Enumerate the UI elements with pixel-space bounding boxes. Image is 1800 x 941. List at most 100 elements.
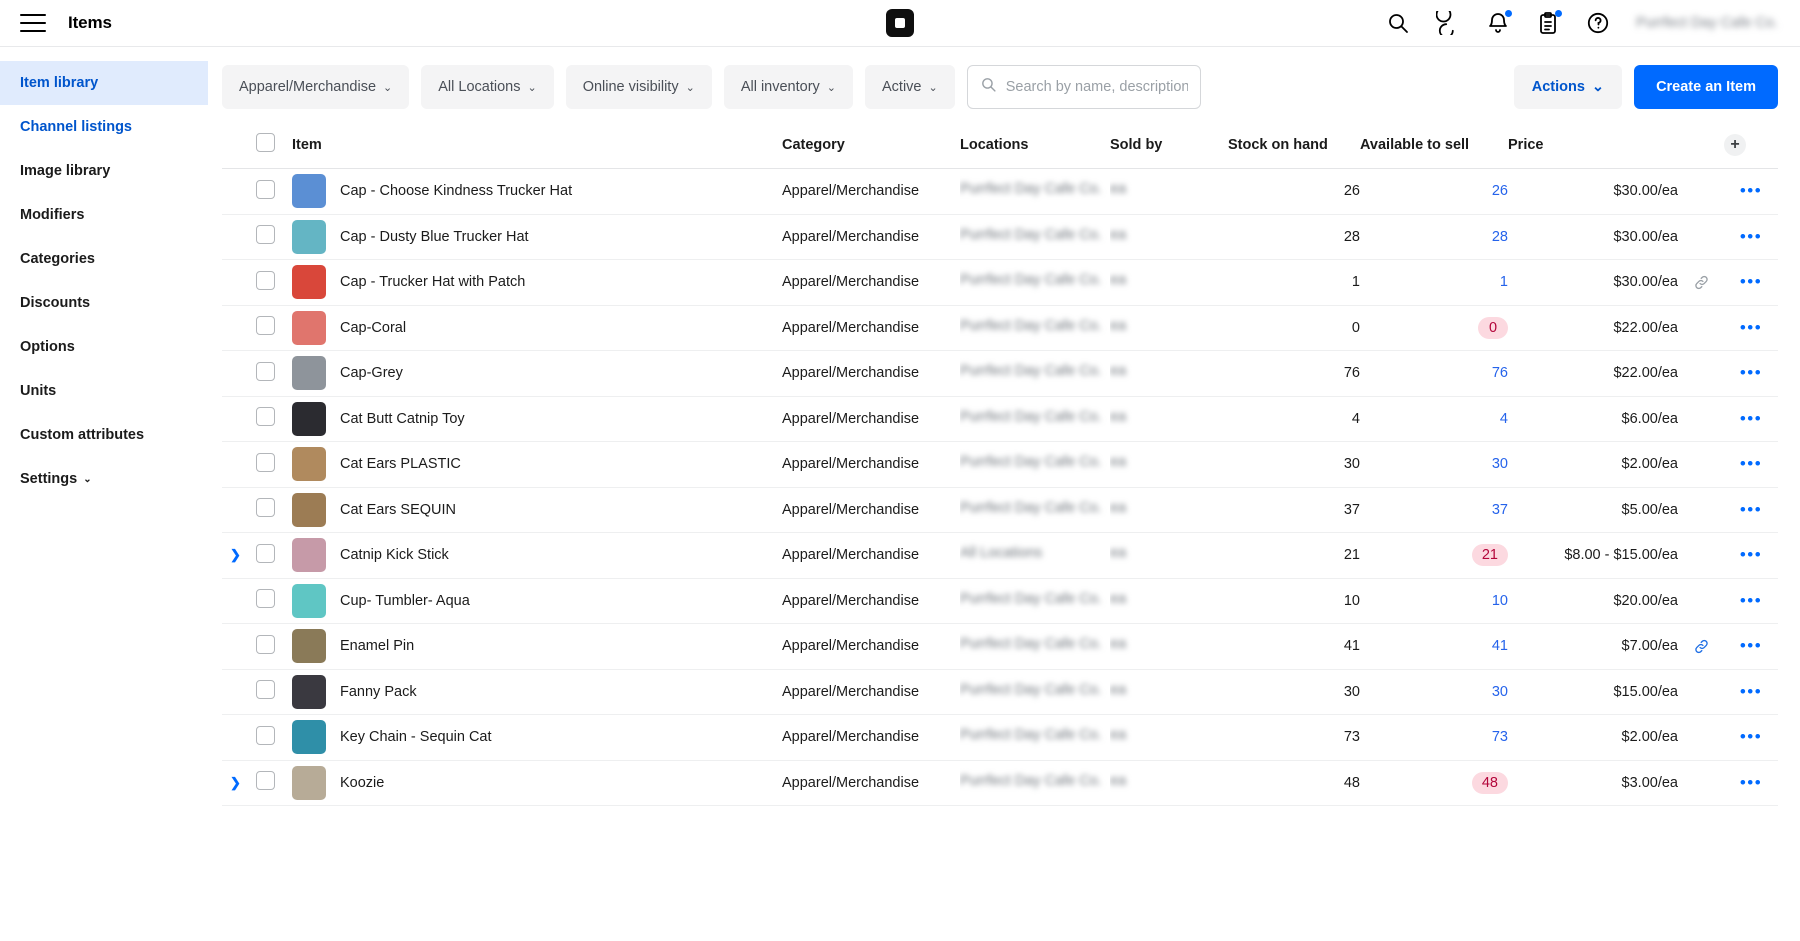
item-cell[interactable]: Cap-Grey — [292, 351, 782, 397]
available-to-sell-column-header[interactable]: Available to sell — [1360, 123, 1508, 169]
row-checkbox[interactable] — [256, 589, 275, 608]
available-to-sell-value[interactable]: 26 — [1492, 183, 1508, 199]
available-to-sell-value[interactable]: 1 — [1500, 274, 1508, 290]
category-filter[interactable]: Apparel/Merchandise ⌄ — [222, 65, 409, 109]
row-checkbox[interactable] — [256, 726, 275, 745]
available-to-sell-warning-badge[interactable]: 21 — [1472, 544, 1508, 566]
table-row[interactable]: Cat Ears SEQUINApparel/MerchandisePurrfe… — [222, 487, 1778, 533]
row-checkbox[interactable] — [256, 225, 275, 244]
item-cell[interactable]: Cat Ears SEQUIN — [292, 487, 782, 533]
available-to-sell-value[interactable]: 10 — [1492, 593, 1508, 609]
item-cell[interactable]: Cap - Trucker Hat with Patch — [292, 260, 782, 306]
table-row[interactable]: Cap-CoralApparel/MerchandisePurrfect Day… — [222, 305, 1778, 351]
hamburger-menu-icon[interactable] — [20, 14, 46, 32]
item-cell[interactable]: Cap - Choose Kindness Trucker Hat — [292, 169, 782, 215]
row-more-actions-button[interactable]: ••• — [1740, 227, 1762, 246]
item-cell[interactable]: Catnip Kick Stick — [292, 533, 782, 579]
row-more-actions-button[interactable]: ••• — [1740, 500, 1762, 519]
row-checkbox[interactable] — [256, 180, 275, 199]
item-cell[interactable]: Koozie — [292, 760, 782, 806]
item-cell[interactable]: Enamel Pin — [292, 624, 782, 670]
search-box[interactable] — [967, 65, 1201, 109]
help-icon[interactable] — [1586, 11, 1610, 35]
table-row[interactable]: Enamel PinApparel/MerchandisePurrfect Da… — [222, 624, 1778, 670]
sidebar-item-settings[interactable]: Settings ⌄ — [0, 457, 208, 501]
row-more-actions-button[interactable]: ••• — [1740, 363, 1762, 382]
status-filter[interactable]: Active ⌄ — [865, 65, 955, 109]
available-to-sell-value[interactable]: 30 — [1492, 456, 1508, 472]
expand-row-chevron-icon[interactable]: ❯ — [222, 547, 241, 563]
row-checkbox[interactable] — [256, 316, 275, 335]
row-more-actions-button[interactable]: ••• — [1740, 591, 1762, 610]
row-checkbox[interactable] — [256, 635, 275, 654]
item-cell[interactable]: Cat Butt Catnip Toy — [292, 396, 782, 442]
sidebar-item-image-library[interactable]: Image library — [0, 149, 208, 193]
row-more-actions-button[interactable]: ••• — [1740, 272, 1762, 291]
sold-by-column-header[interactable]: Sold by — [1110, 123, 1228, 169]
locations-filter[interactable]: All Locations ⌄ — [421, 65, 553, 109]
row-more-actions-button[interactable]: ••• — [1740, 636, 1762, 655]
row-checkbox[interactable] — [256, 362, 275, 381]
row-checkbox[interactable] — [256, 680, 275, 699]
table-row[interactable]: Cat Butt Catnip ToyApparel/MerchandisePu… — [222, 396, 1778, 442]
expand-row-chevron-icon[interactable]: ❯ — [222, 775, 241, 791]
table-row[interactable]: Key Chain - Sequin CatApparel/Merchandis… — [222, 715, 1778, 761]
sidebar-item-channel-listings[interactable]: Channel listings — [0, 105, 208, 149]
row-more-actions-button[interactable]: ••• — [1740, 545, 1762, 564]
actions-button[interactable]: Actions ⌄ — [1514, 65, 1622, 109]
row-more-actions-button[interactable]: ••• — [1740, 773, 1762, 792]
row-checkbox[interactable] — [256, 544, 275, 563]
sidebar-item-units[interactable]: Units — [0, 369, 208, 413]
available-to-sell-value[interactable]: 73 — [1492, 729, 1508, 745]
item-cell[interactable]: Cap-Coral — [292, 305, 782, 351]
available-to-sell-value[interactable]: 37 — [1492, 502, 1508, 518]
sidebar-item-item-library[interactable]: Item library — [0, 61, 208, 105]
create-an-item-button[interactable]: Create an Item — [1634, 65, 1778, 109]
row-checkbox[interactable] — [256, 498, 275, 517]
channel-link-icon[interactable] — [1693, 274, 1710, 291]
inventory-filter[interactable]: All inventory ⌄ — [724, 65, 853, 109]
table-row[interactable]: Cat Ears PLASTICApparel/MerchandisePurrf… — [222, 442, 1778, 488]
table-row[interactable]: Cap - Choose Kindness Trucker HatApparel… — [222, 169, 1778, 215]
row-more-actions-button[interactable]: ••• — [1740, 409, 1762, 428]
row-more-actions-button[interactable]: ••• — [1740, 727, 1762, 746]
add-column-button[interactable]: + — [1724, 134, 1746, 156]
available-to-sell-warning-badge[interactable]: 48 — [1472, 772, 1508, 794]
table-row[interactable]: Cap-GreyApparel/MerchandisePurrfect Day … — [222, 351, 1778, 397]
search-input[interactable] — [1006, 79, 1188, 95]
price-column-header[interactable]: Price — [1508, 123, 1678, 169]
item-cell[interactable]: Key Chain - Sequin Cat — [292, 715, 782, 761]
online-visibility-filter[interactable]: Online visibility ⌄ — [566, 65, 712, 109]
row-checkbox[interactable] — [256, 771, 275, 790]
item-cell[interactable]: Cat Ears PLASTIC — [292, 442, 782, 488]
stock-on-hand-column-header[interactable]: Stock on hand — [1228, 123, 1360, 169]
available-to-sell-value[interactable]: 41 — [1492, 638, 1508, 654]
account-name[interactable]: Purrfect Day Cafe Co. — [1636, 15, 1778, 31]
sidebar-item-discounts[interactable]: Discounts — [0, 281, 208, 325]
row-more-actions-button[interactable]: ••• — [1740, 318, 1762, 337]
available-to-sell-value[interactable]: 28 — [1492, 229, 1508, 245]
item-cell[interactable]: Cup- Tumbler- Aqua — [292, 578, 782, 624]
table-row[interactable]: Fanny PackApparel/MerchandisePurrfect Da… — [222, 669, 1778, 715]
sidebar-item-categories[interactable]: Categories — [0, 237, 208, 281]
table-row[interactable]: Cap - Dusty Blue Trucker HatApparel/Merc… — [222, 214, 1778, 260]
row-checkbox[interactable] — [256, 453, 275, 472]
messages-icon[interactable] — [1436, 11, 1460, 35]
clipboard-tasks-icon[interactable] — [1536, 11, 1560, 35]
row-more-actions-button[interactable]: ••• — [1740, 682, 1762, 701]
category-column-header[interactable]: Category — [782, 123, 960, 169]
sidebar-item-modifiers[interactable]: Modifiers — [0, 193, 208, 237]
channel-link-icon[interactable] — [1693, 638, 1710, 655]
select-all-checkbox[interactable] — [256, 133, 275, 152]
sidebar-item-options[interactable]: Options — [0, 325, 208, 369]
locations-column-header[interactable]: Locations — [960, 123, 1110, 169]
available-to-sell-value[interactable]: 30 — [1492, 684, 1508, 700]
sidebar-item-custom-attributes[interactable]: Custom attributes — [0, 413, 208, 457]
row-more-actions-button[interactable]: ••• — [1740, 181, 1762, 200]
row-more-actions-button[interactable]: ••• — [1740, 454, 1762, 473]
available-to-sell-warning-badge[interactable]: 0 — [1478, 317, 1508, 339]
item-cell[interactable]: Cap - Dusty Blue Trucker Hat — [292, 214, 782, 260]
search-icon[interactable] — [1386, 11, 1410, 35]
row-checkbox[interactable] — [256, 407, 275, 426]
row-checkbox[interactable] — [256, 271, 275, 290]
